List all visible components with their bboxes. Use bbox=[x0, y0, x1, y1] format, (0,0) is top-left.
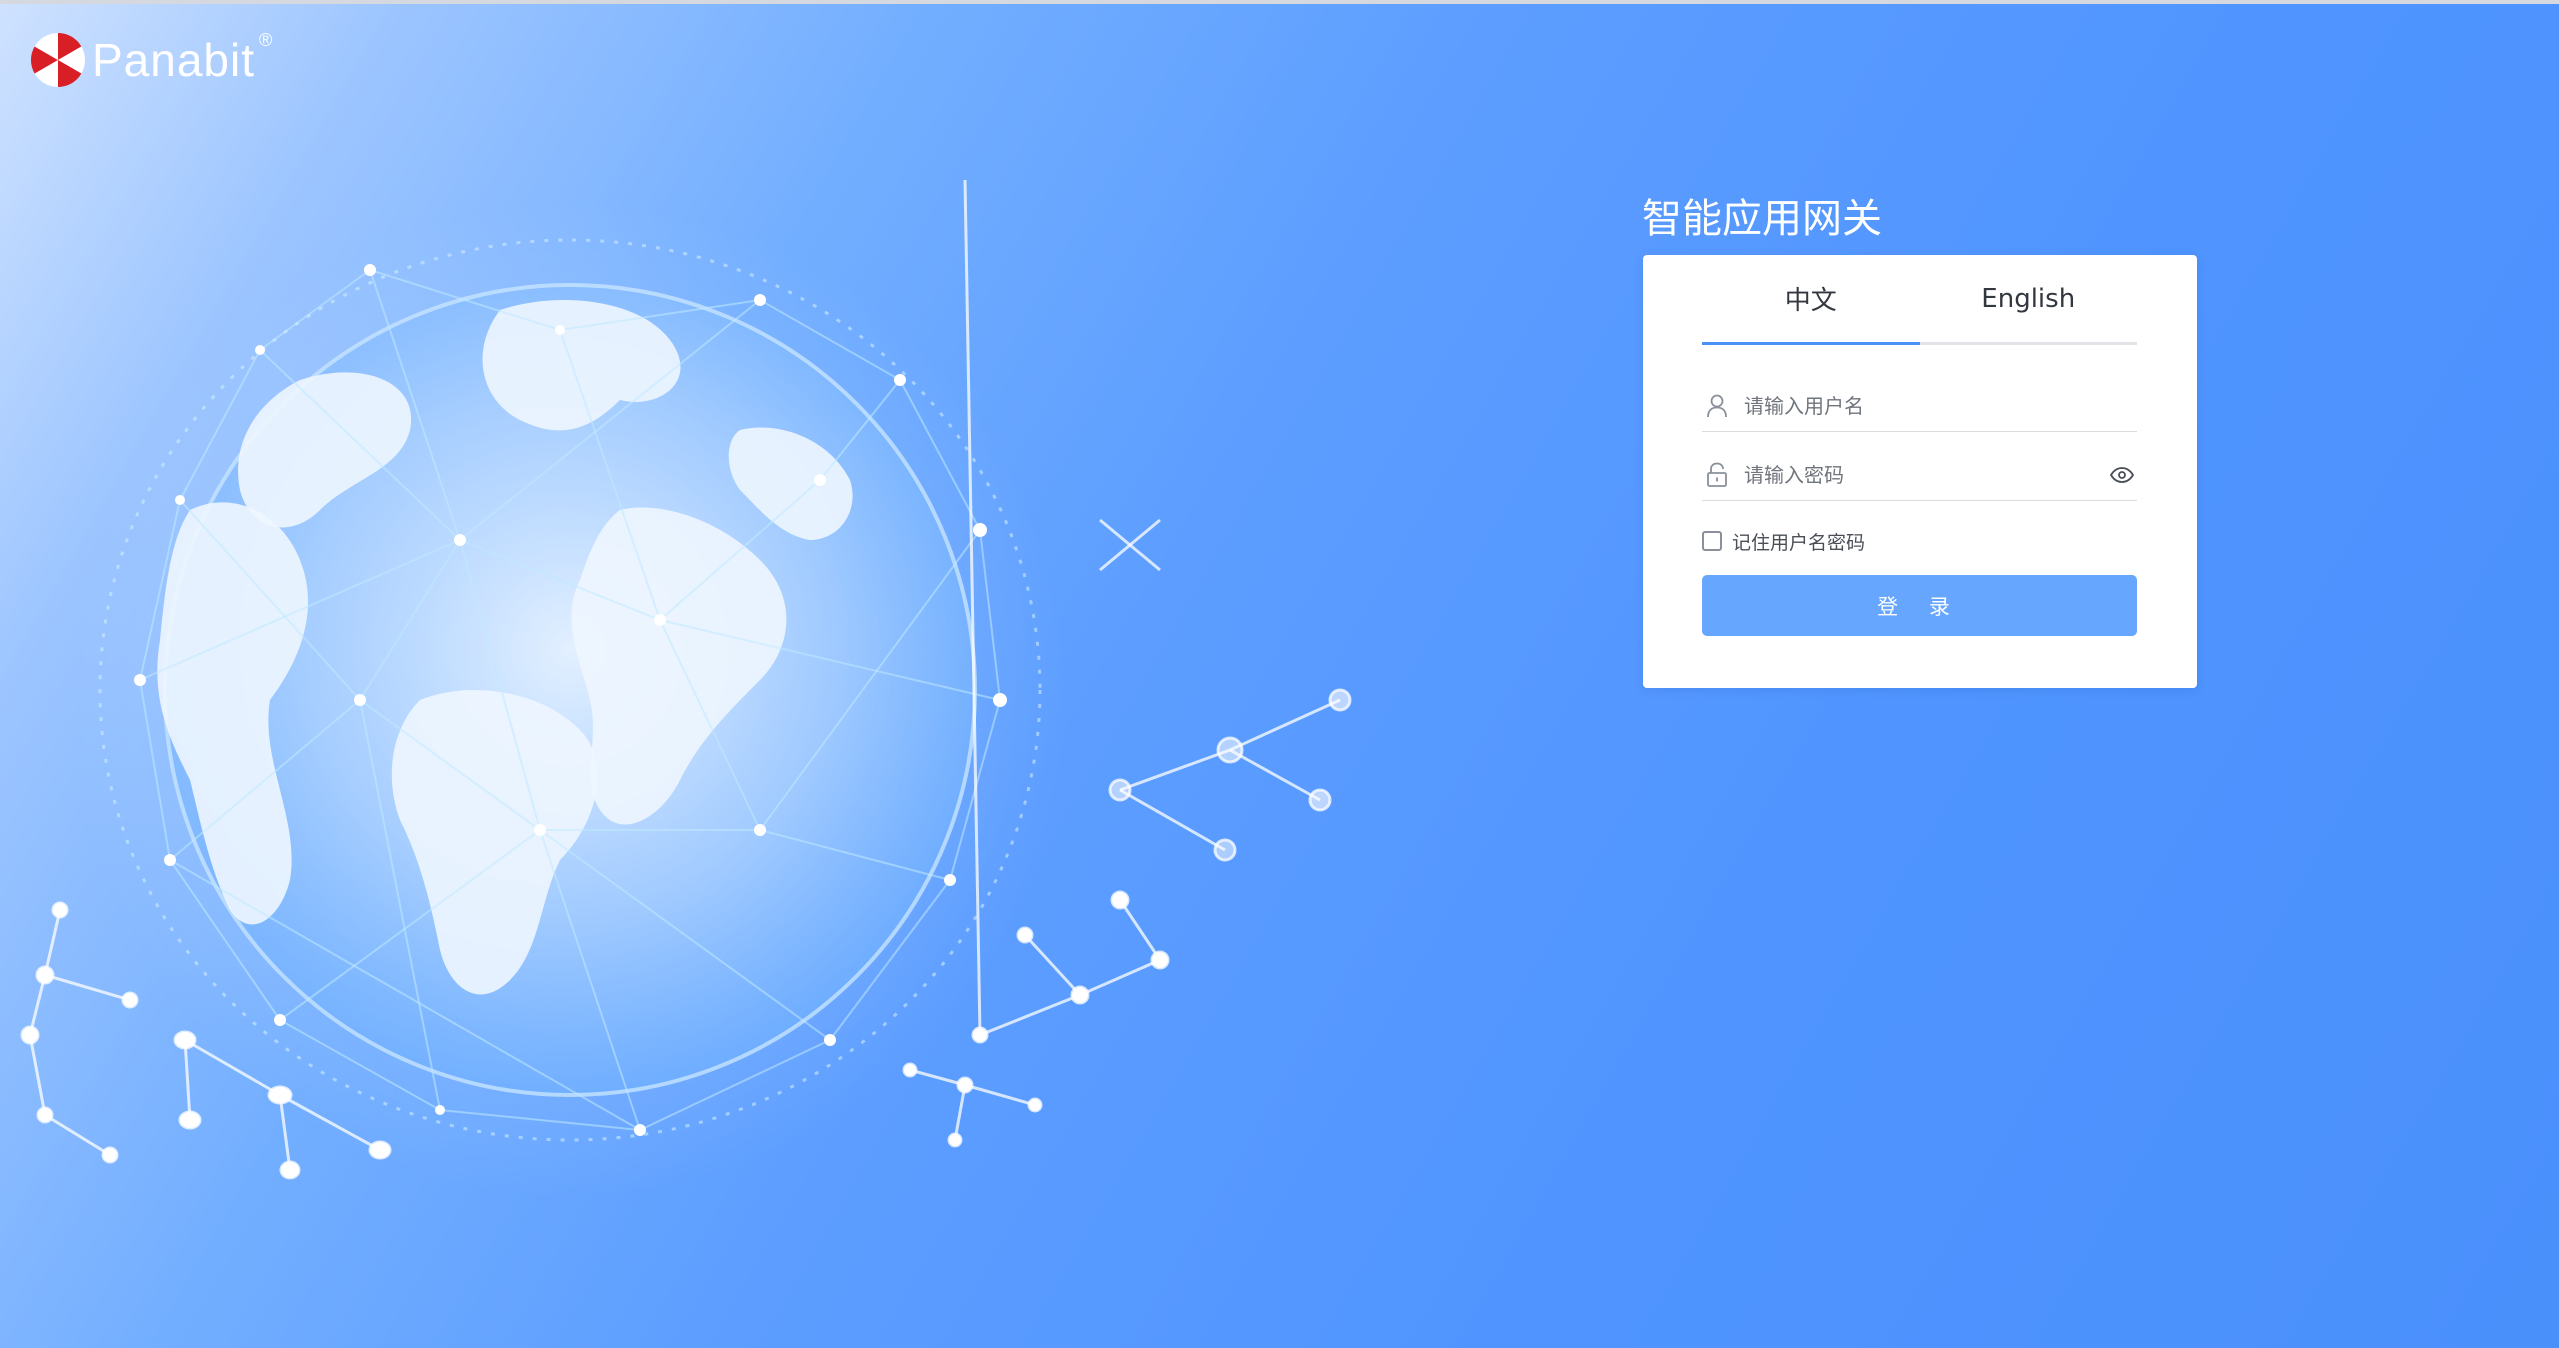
password-input[interactable] bbox=[1742, 454, 2107, 496]
login-card: 中文 English 记住用户名密码 bbox=[1643, 255, 2197, 688]
globe-illustration bbox=[20, 180, 1352, 1200]
remember-credentials: 记住用户名密码 bbox=[1702, 526, 1865, 556]
tab-chinese[interactable]: 中文 bbox=[1702, 255, 1920, 345]
tab-english[interactable]: English bbox=[1920, 255, 2138, 342]
remember-checkbox[interactable] bbox=[1702, 531, 1722, 551]
panabit-logo-icon bbox=[30, 32, 86, 88]
login-button[interactable]: 登 录 bbox=[1702, 575, 2137, 636]
brand-logo: Panabit ® bbox=[30, 30, 272, 90]
username-field bbox=[1702, 381, 2137, 432]
brand-name: Panabit bbox=[92, 34, 256, 86]
registered-mark: ® bbox=[259, 29, 273, 50]
user-icon bbox=[1702, 391, 1732, 421]
eye-icon[interactable] bbox=[2107, 460, 2137, 490]
password-field bbox=[1702, 450, 2137, 501]
language-tabs: 中文 English bbox=[1702, 255, 2137, 345]
lock-icon bbox=[1702, 460, 1732, 490]
top-rule bbox=[0, 0, 2559, 4]
app-title: 智能应用网关 bbox=[1642, 196, 1882, 242]
username-input[interactable] bbox=[1742, 385, 2137, 427]
remember-label: 记住用户名密码 bbox=[1732, 531, 1866, 554]
